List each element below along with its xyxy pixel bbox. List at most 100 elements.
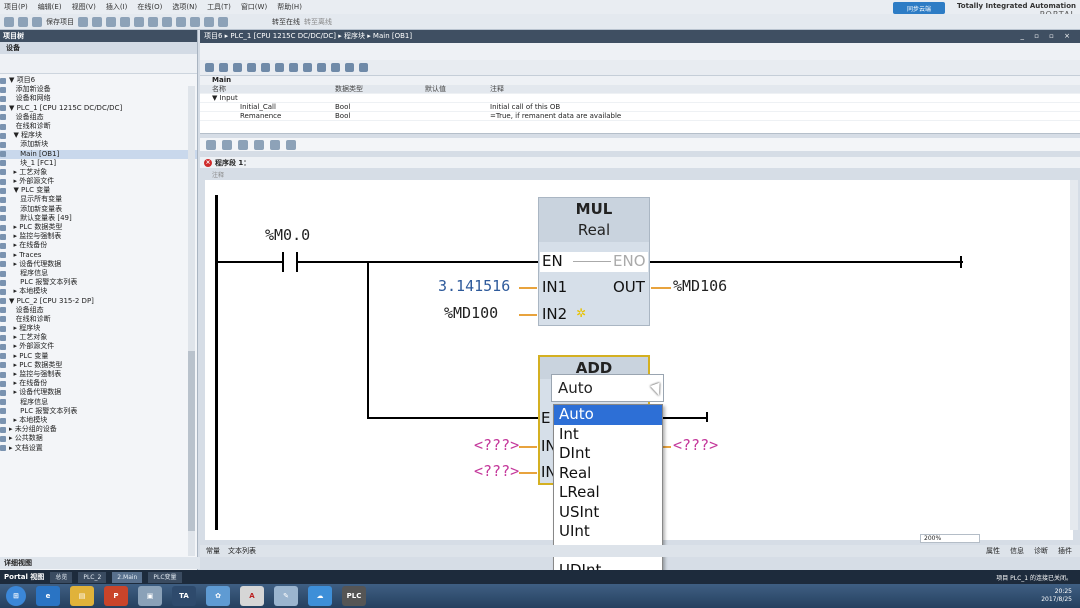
insert-network-icon[interactable] <box>205 63 214 72</box>
explorer-icon[interactable]: ▤ <box>70 586 94 606</box>
browser-icon[interactable]: e <box>36 586 60 606</box>
tree-item[interactable]: ▸ 本地模块 <box>0 416 197 425</box>
tree-item[interactable]: 块_1 [FC1] <box>0 159 197 168</box>
print-icon[interactable] <box>78 16 88 27</box>
add-out-value[interactable]: <???> <box>673 436 718 454</box>
contact-tag[interactable]: %M0.0 <box>265 226 310 244</box>
app-icon[interactable]: ▣ <box>138 586 162 606</box>
tree-item[interactable]: ▼ 项目6 <box>0 76 197 85</box>
tree-item[interactable]: ▸ 外部源文件 <box>0 342 197 351</box>
go-online-button[interactable]: 转至在线 <box>272 17 300 27</box>
menu-view[interactable]: 视图(V) <box>72 2 96 12</box>
row-datatype[interactable] <box>335 94 425 102</box>
tree-item[interactable]: PLC 报警文本列表 <box>0 278 197 287</box>
no-contact-icon[interactable] <box>206 139 216 150</box>
row-name[interactable]: Remanence <box>200 112 335 120</box>
details-view-label[interactable]: 详细视图 <box>0 557 200 569</box>
plcsim-icon[interactable]: PLC <box>342 586 366 606</box>
tree-item[interactable]: 设备组态 <box>0 306 197 315</box>
menu-insert[interactable]: 插入(I) <box>106 2 128 12</box>
add-datatype-select[interactable]: Auto <box>551 374 664 402</box>
new-project-icon[interactable] <box>4 16 14 27</box>
tab-text-lists[interactable]: 文本列表 <box>228 546 256 556</box>
cloud-app-icon[interactable]: ☁ <box>308 586 332 606</box>
copy-icon[interactable] <box>106 16 116 27</box>
devices-tab[interactable]: 设备 <box>0 42 197 54</box>
cut-icon[interactable] <box>92 16 102 27</box>
empty-box-icon[interactable] <box>254 139 264 150</box>
tia-icon[interactable]: TA <box>172 586 196 606</box>
tree-item[interactable]: 在线和诊断 <box>0 122 197 131</box>
tab-info[interactable]: 信息 <box>1010 546 1024 556</box>
tree-item[interactable]: ▸ 设备代理数据 <box>0 260 197 269</box>
close-branch-lad-icon[interactable] <box>286 139 296 150</box>
tree-item[interactable]: ▸ 监控与强制表 <box>0 232 197 241</box>
dropdown-option[interactable]: Int <box>554 425 662 445</box>
mul-type[interactable]: Real <box>539 220 649 240</box>
go-offline-button[interactable]: 转至离线 <box>304 17 332 27</box>
table-row[interactable]: Initial_Call Bool Initial call of this O… <box>200 103 1080 112</box>
tab-properties[interactable]: 属性 <box>986 546 1000 556</box>
tree-item[interactable]: 添加新块 <box>0 140 197 149</box>
dropdown-option[interactable]: Auto <box>554 405 662 425</box>
tree-item[interactable]: ▸ 监控与强制表 <box>0 370 197 379</box>
breakpoint-icon[interactable] <box>359 63 368 72</box>
row-default[interactable] <box>425 94 490 102</box>
upload-icon[interactable] <box>204 16 214 27</box>
tree-item[interactable]: 程序信息 <box>0 269 197 278</box>
network-app-icon[interactable]: ✿ <box>206 586 230 606</box>
tree-item[interactable]: ▸ PLC 变量 <box>0 352 197 361</box>
tree-item[interactable]: ▼ PLC_2 [CPU 315-2 DP] <box>0 297 197 306</box>
portal-view-button[interactable]: Portal 视图 <box>4 572 44 582</box>
menu-project[interactable]: 项目(P) <box>4 2 28 12</box>
tree-item[interactable]: 设备和网络 <box>0 94 197 103</box>
row-comment[interactable] <box>490 94 890 102</box>
dropdown-option[interactable]: UInt <box>554 522 662 542</box>
absolute-address-icon[interactable] <box>289 63 298 72</box>
download-icon[interactable] <box>190 16 200 27</box>
dropdown-option[interactable]: LReal <box>554 483 662 503</box>
row-default[interactable] <box>425 103 490 111</box>
menu-edit[interactable]: 编辑(E) <box>38 2 62 12</box>
portal-tab-plc2[interactable]: PLC_2 <box>78 571 107 583</box>
paste-icon[interactable] <box>120 16 130 27</box>
tree-item[interactable]: PLC 报警文本列表 <box>0 407 197 416</box>
mul-in2-value[interactable]: %MD100 <box>444 304 498 322</box>
portal-tab-plc-tags[interactable]: PLC变量 <box>148 571 182 583</box>
nc-contact-icon[interactable] <box>222 139 232 150</box>
row-datatype[interactable]: Bool <box>335 103 425 111</box>
tree-item[interactable]: 显示所有变量 <box>0 195 197 204</box>
tree-item[interactable]: ▼ PLC_1 [CPU 1215C DC/DC/DC] <box>0 104 197 113</box>
tree-item[interactable]: 在线和诊断 <box>0 315 197 324</box>
redo-icon[interactable] <box>162 16 172 27</box>
open-project-icon[interactable] <box>18 16 28 27</box>
online-icon[interactable] <box>345 63 354 72</box>
zoom-field[interactable]: 200% <box>920 534 980 543</box>
cloud-sync-badge[interactable]: 同步云端 <box>893 2 945 14</box>
tree-item[interactable]: ▸ PLC 数据类型 <box>0 361 197 370</box>
tab-constants[interactable]: 常量 <box>206 546 220 556</box>
add-in2-value[interactable]: <???> <box>474 462 519 480</box>
portal-tab-main[interactable]: 2.Main <box>112 571 143 583</box>
save-icon[interactable] <box>32 16 42 27</box>
menu-options[interactable]: 选项(N) <box>172 2 197 12</box>
zoom-icon[interactable] <box>275 63 284 72</box>
menu-tools[interactable]: 工具(T) <box>207 2 231 12</box>
tree-item[interactable]: ▸ 程序块 <box>0 324 197 333</box>
row-default[interactable] <box>425 112 490 120</box>
delete-icon[interactable] <box>134 16 144 27</box>
contact-no[interactable] <box>282 252 298 272</box>
tree-item[interactable]: ▸ 公共数据 <box>0 434 197 443</box>
delete-network-icon[interactable] <box>219 63 228 72</box>
monitor-icon[interactable] <box>261 63 270 72</box>
add-in1-value[interactable]: <???> <box>474 436 519 454</box>
portal-tab-overview[interactable]: 总览 <box>50 571 73 583</box>
tree-item[interactable]: 设备组态 <box>0 113 197 122</box>
editor-vertical-scrollbar[interactable] <box>1070 180 1078 530</box>
tree-item[interactable]: 默认变量表 [49] <box>0 214 197 223</box>
tree-item[interactable]: ▸ 外部源文件 <box>0 177 197 186</box>
editor-window-controls[interactable]: _ ▫ ▫ × <box>1020 30 1074 43</box>
tree-item[interactable]: ▸ PLC 数据类型 <box>0 223 197 232</box>
table-row[interactable]: Remanence Bool =True, if remanent data a… <box>200 112 1080 121</box>
network-comment[interactable]: 注释 <box>212 170 224 179</box>
